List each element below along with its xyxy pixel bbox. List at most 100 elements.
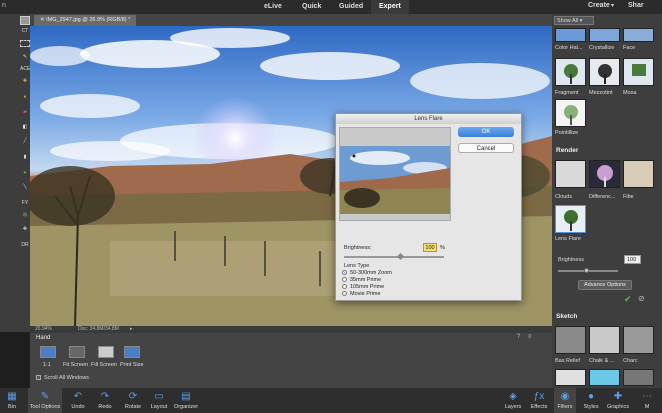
move-tool-icon[interactable]: ✥ [20, 226, 30, 235]
flare-preview-image[interactable] [340, 128, 450, 220]
filter-thumb-sketch-5[interactable] [589, 369, 620, 386]
filters-label: Filters [557, 404, 573, 410]
smart-brush-icon[interactable]: ● [20, 94, 30, 103]
filters-button[interactable]: ◉ Filters [554, 388, 576, 413]
lens-option-movie-prime[interactable]: Movie Prime [342, 291, 381, 297]
dialog-brightness-input[interactable]: 100 [423, 243, 437, 252]
crop-tool-icon[interactable]: ⊞ [20, 212, 30, 221]
document-size: Doc: 34.8M/34.8M [78, 326, 119, 332]
fill-screen-button[interactable] [98, 346, 114, 358]
layout-button[interactable]: ▭ Layout [148, 388, 170, 413]
scroll-all-label: Scroll All Windows [44, 375, 89, 381]
organizer-label: Organizer [173, 404, 199, 410]
healing-brush-icon[interactable]: ✚ [20, 78, 30, 87]
lens-option-35mm[interactable]: 35mm Prime [342, 277, 381, 283]
filter-thumb-mezzotint[interactable] [589, 58, 620, 86]
filter-thumb-charcoal[interactable] [623, 326, 654, 354]
organizer-button[interactable]: ▤ Organizer [172, 388, 200, 413]
photo-bin-button[interactable]: ▦ Bin [0, 388, 24, 413]
fit-screen-button[interactable] [69, 346, 85, 358]
mode-guided[interactable]: Guided [339, 0, 363, 14]
share-menu[interactable]: Shar [628, 2, 644, 9]
mode-expert[interactable]: Expert [371, 0, 409, 14]
lens-option-105mm[interactable]: 105mm Prime [342, 284, 384, 290]
print-size-button[interactable] [124, 346, 140, 358]
filter-thumb-lens-flare[interactable] [555, 205, 586, 233]
brush-tool-icon[interactable]: ╲ [20, 184, 30, 193]
layers-button[interactable]: ◈ Layers [502, 388, 524, 413]
graphics-icon: ✚ [613, 391, 623, 402]
filter-thumb-pointillize[interactable] [555, 99, 586, 127]
filters-icon: ◉ [560, 391, 570, 402]
mode-elive[interactable]: eLive [264, 0, 282, 14]
filter-label-pointillize: Pointillize [555, 130, 579, 136]
cancel-button[interactable]: Cancel [458, 143, 514, 153]
chevron-down-icon[interactable]: ▾ [611, 2, 614, 9]
more-label: M [644, 404, 650, 410]
filter-thumb-bas-relief[interactable] [555, 326, 586, 354]
lens-option-50-300mm[interactable]: 50-300mm Zoom [342, 270, 392, 276]
chevron-right-icon[interactable]: ▸ [130, 326, 133, 332]
graphics-button[interactable]: ✚ Graphics [605, 388, 631, 413]
toolbox-label-enhance: ACE [20, 66, 31, 72]
tool-options-panel: Hand ? ≡ 1:1 Fit Screen Fill Screen Prin… [30, 333, 552, 388]
lens-option-label: 105mm Prime [350, 284, 385, 290]
radio-unselected [342, 277, 347, 282]
tool-options-button[interactable]: ✎ Tool Options [28, 388, 62, 413]
clone-stamp-icon[interactable]: ◧ [20, 124, 30, 133]
menu-bar: n eLive Quick Guided Expert Create ▾ Sha… [0, 0, 662, 14]
marquee-tool-icon[interactable] [20, 40, 30, 47]
commit-checkmark-icon[interactable]: ✔ [624, 294, 632, 305]
cancel-icon[interactable]: ⊘ [638, 294, 645, 303]
filter-thumb-crystallize[interactable] [589, 28, 620, 42]
filter-thumb-chalk-charcoal[interactable] [589, 326, 620, 354]
filter-thumb-facet[interactable] [623, 28, 654, 42]
filter-thumb-sketch-4[interactable] [555, 369, 586, 386]
toolbox-label-view: CT [21, 28, 29, 34]
filter-category-select[interactable]: Show All ▾ [554, 16, 594, 25]
menu-item-window[interactable]: n [2, 2, 6, 9]
radio-selected [342, 270, 347, 275]
flare-preview-frame[interactable] [339, 127, 451, 221]
eyedropper-icon[interactable]: ╱ [20, 138, 30, 147]
create-menu[interactable]: Create [588, 2, 610, 9]
paint-bucket-icon[interactable]: ▮ [20, 154, 30, 163]
dialog-brightness-slider-track[interactable] [344, 252, 444, 261]
advanced-options-button[interactable]: Advance Options [578, 280, 632, 290]
filter-thumb-difference-clouds[interactable] [589, 160, 620, 188]
help-icon[interactable]: ? [517, 334, 520, 340]
shape-tool-icon[interactable]: ✦ [20, 170, 30, 179]
more-button[interactable]: ⋯ M [636, 388, 658, 413]
filter-thumb-fragment[interactable] [555, 58, 586, 86]
filter-label-bas-relief: Bas Relief [555, 358, 581, 364]
eraser-tool-icon[interactable]: ▰ [20, 109, 30, 118]
lens-option-label: 35mm Prime [350, 277, 382, 283]
filter-thumb-clouds[interactable] [555, 160, 586, 188]
filter-label-charcoal: Charc [623, 358, 638, 364]
undo-button[interactable]: ↶ Undo [67, 388, 89, 413]
redo-icon: ↷ [100, 391, 110, 402]
brightness-slider-handle[interactable] [584, 268, 590, 273]
filter-thumb-mosaic[interactable] [623, 58, 654, 86]
effects-button[interactable]: ƒx Effects [528, 388, 550, 413]
brightness-input[interactable]: 100 [624, 255, 641, 264]
lasso-tool-icon[interactable]: ✎ [20, 54, 30, 63]
document-tab[interactable]: ✕ IMG_2947.jpg @ 26.9% (RGB/8) * [34, 15, 137, 26]
filter-thumb-fibers[interactable] [623, 160, 654, 188]
menu-icon[interactable]: ≡ [528, 334, 532, 340]
one-to-one-button[interactable] [40, 346, 56, 358]
brightness-slider-track[interactable] [558, 268, 618, 273]
dialog-brightness-slider-handle[interactable] [396, 252, 404, 261]
ok-button[interactable]: OK [458, 127, 514, 137]
filter-thumb-sketch-6[interactable] [623, 369, 654, 386]
redo-button[interactable]: ↷ Redo [94, 388, 116, 413]
styles-button[interactable]: ● Styles [580, 388, 602, 413]
filter-label-chalk-charcoal: Chalk & ... [589, 358, 615, 364]
scroll-all-checkbox[interactable] [36, 375, 41, 380]
filter-label-fibers: Fibe [623, 194, 634, 200]
filter-thumb-color-halftone[interactable] [555, 28, 586, 42]
effects-icon: ƒx [533, 391, 545, 402]
hand-tool-icon[interactable] [20, 16, 30, 25]
mode-quick[interactable]: Quick [302, 0, 321, 14]
rotate-button[interactable]: ⟳ Rotate [121, 388, 145, 413]
